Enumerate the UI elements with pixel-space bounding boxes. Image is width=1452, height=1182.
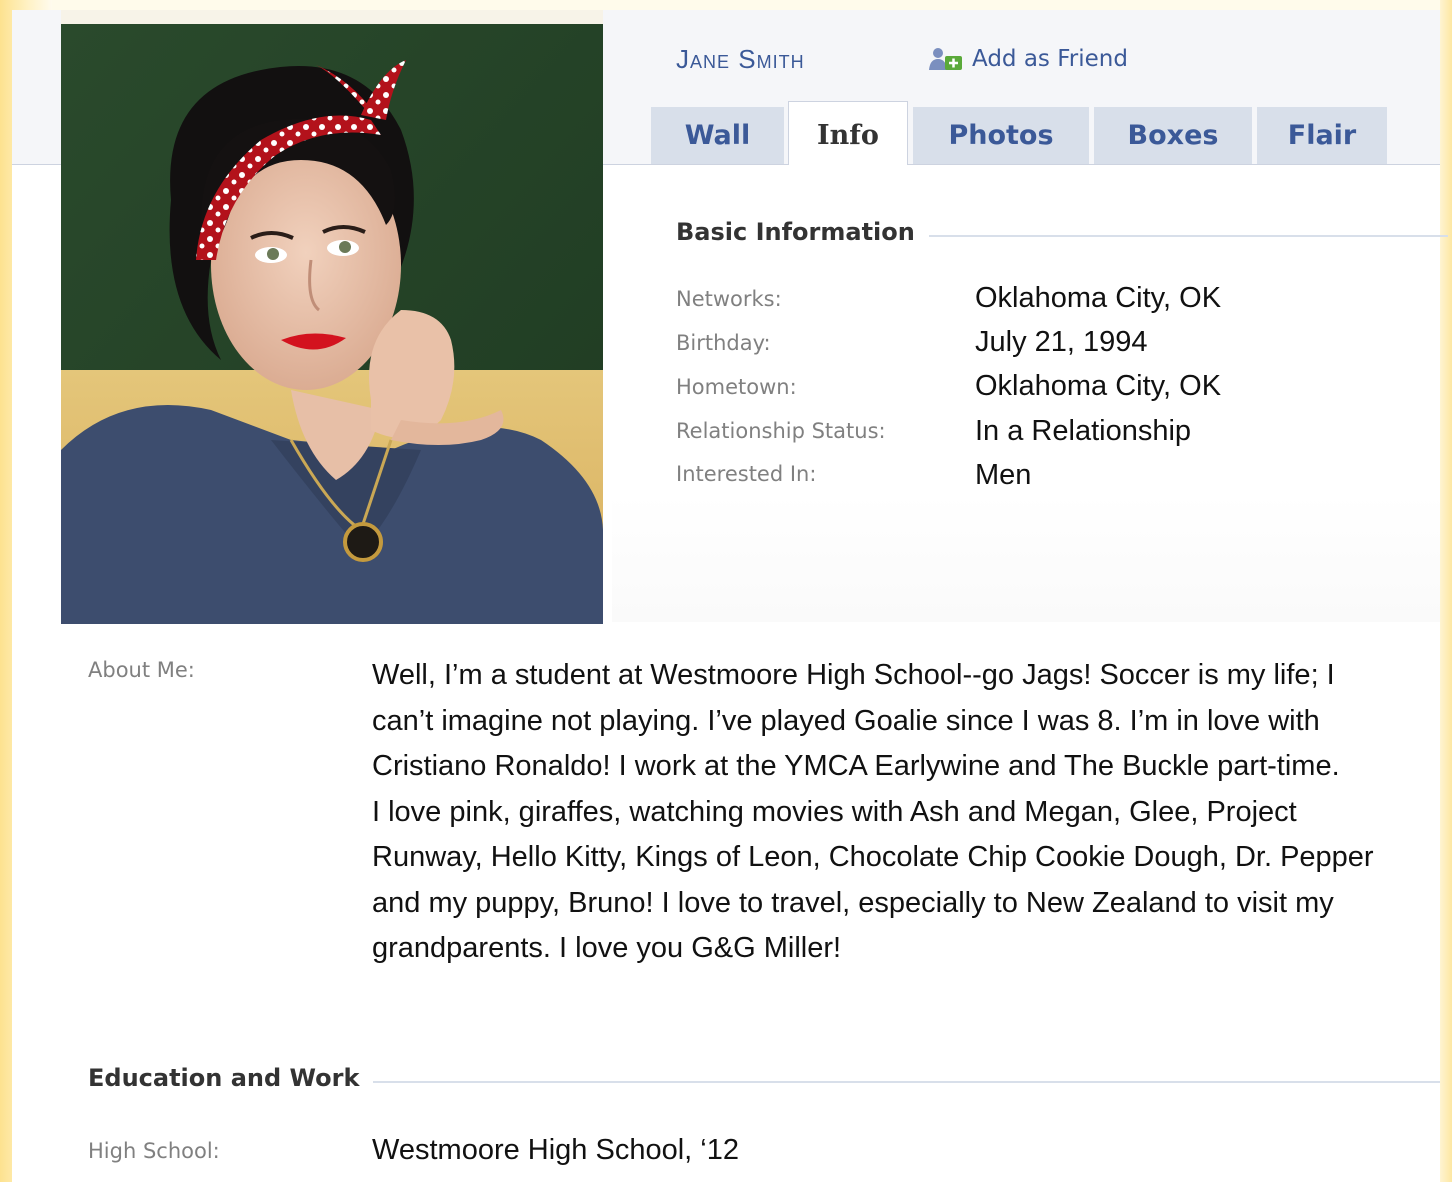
birthday-value: July 21, 1994 [975, 326, 1148, 358]
interested-in-value: Men [975, 459, 1032, 491]
basic-info-header: Basic Information [676, 218, 1448, 246]
high-school-label: High School: [88, 1139, 220, 1163]
networks-label: Networks: [676, 287, 782, 311]
birthday-label: Birthday: [676, 331, 771, 355]
profile-photo[interactable] [61, 10, 603, 624]
tab-wall[interactable]: Wall [651, 107, 784, 164]
networks-value[interactable]: Oklahoma City, OK [975, 282, 1221, 315]
add-friend-icon [929, 48, 962, 70]
profile-name[interactable]: Jane Smith [676, 44, 805, 75]
frame-top [0, 0, 1452, 10]
about-line: and my puppy, Bruno! I love to travel, e… [372, 886, 1334, 919]
profile-photo-image [61, 10, 603, 624]
education-title: Education and Work [88, 1064, 360, 1092]
high-school-value[interactable]: Westmoore High School, ‘12 [372, 1134, 739, 1167]
tab-boxes[interactable]: Boxes [1094, 107, 1252, 164]
info-panel-fade [612, 494, 1440, 622]
tab-flair[interactable]: Flair [1257, 107, 1387, 164]
about-line: grandparents. I love you G&G Miller! [372, 932, 842, 964]
about-line: Runway, Hello Kitty, Kings of Leon, Choc… [372, 841, 1374, 873]
about-line: can’t imagine not playing. I’ve played G… [372, 704, 1320, 737]
add-friend-label: Add as Friend [972, 46, 1128, 72]
about-line: Well, I’m a student at Westmoore High Sc… [372, 659, 1335, 691]
profile-page: Jane Smith Add as Friend Wall Info Photo… [12, 10, 1448, 1182]
relationship-status-value: In a Relationship [975, 415, 1192, 447]
tab-info[interactable]: Info [788, 101, 908, 165]
interested-in-label: Interested In: [676, 462, 817, 486]
add-friend-button[interactable]: Add as Friend [928, 46, 1128, 72]
hometown-label: Hometown: [676, 375, 797, 399]
education-header: Education and Work [88, 1064, 1440, 1092]
about-me-text: Well, I’m a student at Westmoore High Sc… [372, 653, 1432, 972]
frame-right [1440, 0, 1452, 1182]
about-line: I love pink, giraffes, watching movies w… [372, 795, 1297, 828]
relationship-status-label: Relationship Status: [676, 419, 886, 443]
section-divider [373, 1081, 1440, 1083]
hometown-value[interactable]: Oklahoma City, OK [975, 370, 1221, 403]
about-line: Cristiano Ronaldo! I work at the YMCA Ea… [372, 750, 1340, 782]
basic-info-title: Basic Information [676, 218, 915, 246]
section-divider [928, 235, 1448, 237]
about-me-label: About Me: [88, 658, 195, 682]
tab-photos[interactable]: Photos [913, 107, 1089, 164]
